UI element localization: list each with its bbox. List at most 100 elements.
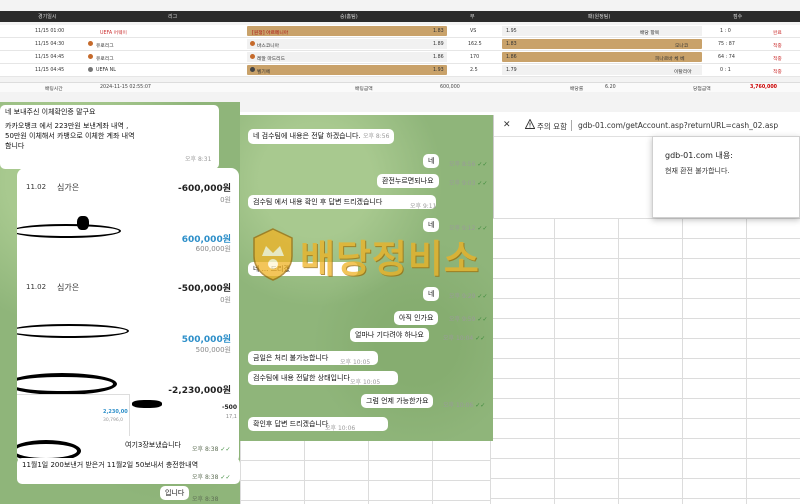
transaction-balance: 30,796,0 bbox=[103, 418, 124, 423]
row-league: 유로리그 bbox=[96, 57, 114, 62]
win-amount: 3,760,000 bbox=[750, 85, 778, 90]
row-date: 11/15 04:30 bbox=[35, 42, 65, 47]
message-time: 오후 9:11 bbox=[410, 203, 437, 210]
read-check-icon: ✓✓ bbox=[475, 402, 486, 409]
message-line: 네 보내주신 이체확인증 말구요 bbox=[5, 108, 96, 116]
message-time: 오후 9:59 ✓✓ bbox=[449, 314, 487, 323]
message-time: 오후 8:38 ✓✓ bbox=[192, 444, 230, 453]
message-line: 50만원 이체해서 카뱅으로 이체한 계좌 내역 bbox=[5, 132, 135, 140]
message-text: 얼마나 기다려야 하나요 bbox=[355, 331, 424, 339]
bet-row: 11/15 04:45 UEFA NL 벨기에 1.93 2.5 1.79 이탈… bbox=[0, 64, 800, 77]
message-time-text: 오후 8:56 bbox=[449, 161, 476, 168]
chat-message: 환전누르면되나요 bbox=[377, 174, 439, 188]
message-time-text: 오후 9:29 bbox=[449, 293, 476, 300]
away-odds-cell bbox=[502, 26, 702, 36]
chat-message: 여기3장보냈습니다 bbox=[120, 438, 186, 452]
away-odds-cell bbox=[502, 65, 702, 75]
transaction-amount: -500,000원 bbox=[177, 284, 231, 294]
transaction-amount: -600,000원 bbox=[177, 184, 231, 194]
read-check-icon: ✓✓ bbox=[475, 335, 486, 342]
row-status: 적중 bbox=[773, 57, 782, 62]
redaction-scribble bbox=[17, 224, 121, 238]
row-home: [원정] 아르메니아 bbox=[252, 31, 289, 36]
message-text: 환전누르면되나요 bbox=[382, 177, 434, 185]
close-icon[interactable]: ✕ bbox=[503, 120, 511, 130]
row-away-odds: 1.86 bbox=[506, 55, 517, 60]
message-time: 오후 8:38 bbox=[192, 494, 218, 503]
row-away-odds: 1.95 bbox=[506, 29, 517, 34]
message-time: 오후 10:05 bbox=[350, 379, 381, 386]
bet-row: 11/15 01:00 UEFA 어웨이 [원정] 아르메니아 1.83 VS … bbox=[0, 25, 800, 38]
row-draw: 170 bbox=[470, 55, 480, 60]
transaction-balance: 600,000원 bbox=[195, 245, 231, 253]
transaction-balance: 500,000원 bbox=[195, 346, 231, 354]
row-draw: 2.5 bbox=[470, 68, 478, 73]
bet-amount-label: 배팅금액 bbox=[355, 87, 373, 92]
bet-time: 2024-11-15 02:55:07 bbox=[100, 85, 151, 90]
message-time: 오후 8:31 bbox=[185, 156, 212, 163]
row-home-odds: 1.86 bbox=[433, 55, 444, 60]
row-score: 64 : 74 bbox=[718, 55, 735, 60]
read-check-icon: ✓✓ bbox=[477, 161, 488, 168]
message-time: 오후 10:06 ✓✓ bbox=[443, 400, 485, 409]
message-time: 오후 9:03 ✓✓ bbox=[449, 178, 487, 187]
message-time-text: 오후 8:38 bbox=[192, 496, 219, 503]
row-score: 0 : 1 bbox=[720, 68, 731, 73]
read-check-icon: ✓✓ bbox=[477, 180, 488, 187]
header-league: 리그 bbox=[168, 14, 178, 20]
row-status: 적중 bbox=[773, 44, 782, 49]
row-draw: VS bbox=[470, 29, 477, 34]
security-warning-label[interactable]: 주의 요함 bbox=[537, 121, 567, 132]
row-away: 모나코 bbox=[675, 44, 689, 49]
row-away: 피나르바 체 베 bbox=[655, 57, 685, 62]
row-home: 벨기에 bbox=[257, 70, 271, 75]
message-text: 검수팀에 내용 전달한 상태입니다 bbox=[253, 374, 350, 382]
basketball-icon bbox=[88, 41, 93, 46]
message-text: 여기3장보냈습니다 bbox=[125, 441, 181, 449]
transaction-date: 11.02 bbox=[26, 283, 47, 291]
row-draw: 162.5 bbox=[468, 42, 482, 47]
dialog-title: gdb-01.com 내용: bbox=[665, 151, 733, 160]
message-text: 네 bbox=[428, 290, 435, 298]
transaction-balance: 0원 bbox=[220, 296, 231, 304]
header-draw: 무 bbox=[470, 14, 475, 20]
message-time: 오후 9:29 ✓✓ bbox=[449, 291, 487, 300]
message-text: 네 검수팀에 내용은 전달 하겠습니다. bbox=[253, 132, 361, 140]
home-odds-cell bbox=[247, 65, 447, 75]
betting-summary: 배팅시간 2024-11-15 02:55:07 배팅금액 600,000 배당… bbox=[0, 82, 800, 92]
header-date: 경기일시 bbox=[38, 14, 57, 20]
warning-icon bbox=[525, 119, 535, 129]
chat-message: 네 검수팀에 내용은 전달 하겠습니다. 오후 8:56 bbox=[248, 129, 395, 144]
redaction-scribble bbox=[17, 324, 129, 338]
transaction-balance: 17,1 bbox=[225, 414, 237, 420]
message-text: 아직 인가요 bbox=[399, 314, 434, 322]
message-text: 확인후 답변 드리겠습니다 bbox=[253, 420, 329, 428]
bet-row: 11/15 04:30 유로리그 바스코니아 1.89 162.5 1.83 모… bbox=[0, 38, 800, 51]
row-home-odds: 1.83 bbox=[433, 29, 444, 34]
bet-time-label: 배팅시간 bbox=[45, 87, 63, 92]
message-line: 카카오뱅크 에서 223만원 보낸계좌 내역 , bbox=[5, 122, 129, 130]
bank-statement-screenshot: 11.02 심가은 -600,000원 0원 600,000원 600,000원… bbox=[17, 168, 239, 464]
row-date: 11/15 01:00 bbox=[35, 29, 65, 34]
message-text: 11월1일 200보낸거 받은거 11월2일 50보내서 충전한내역 bbox=[22, 461, 199, 469]
redaction-scribble bbox=[17, 373, 117, 395]
odds-label: 배당률 bbox=[570, 87, 584, 92]
message-text: 그럼 언제 가능한가요 bbox=[366, 397, 429, 405]
message-text: 금일은 처리 불가능합니다 bbox=[253, 354, 329, 362]
crown-shield-logo bbox=[253, 228, 293, 281]
bet-amount: 600,000 bbox=[440, 85, 460, 90]
address-bar[interactable]: ✕ 주의 요함 gdb-01.com/getAccount.asp?return… bbox=[494, 115, 800, 137]
transaction-name: 심가은 bbox=[57, 283, 80, 292]
header-home: 승(홈팀) bbox=[340, 14, 358, 20]
chat-message: 얼마나 기다려야 하나요 bbox=[350, 328, 429, 342]
chat-message: 확인후 답변 드리겠습니다 bbox=[248, 417, 388, 431]
chat-message: 아직 인가요 bbox=[394, 311, 439, 325]
url-text[interactable]: gdb-01.com/getAccount.asp?returnURL=cash… bbox=[578, 121, 778, 130]
header-score: 점수 bbox=[733, 14, 743, 20]
basketball-icon bbox=[88, 54, 93, 59]
spreadsheet-grid bbox=[240, 440, 490, 504]
message-time-text: 오후 9:59 bbox=[449, 316, 476, 323]
message-time: 오후 8:56 ✓✓ bbox=[449, 159, 487, 168]
row-date: 11/15 04:45 bbox=[35, 55, 65, 60]
message-time-text: 오후 10:06 bbox=[443, 402, 474, 409]
